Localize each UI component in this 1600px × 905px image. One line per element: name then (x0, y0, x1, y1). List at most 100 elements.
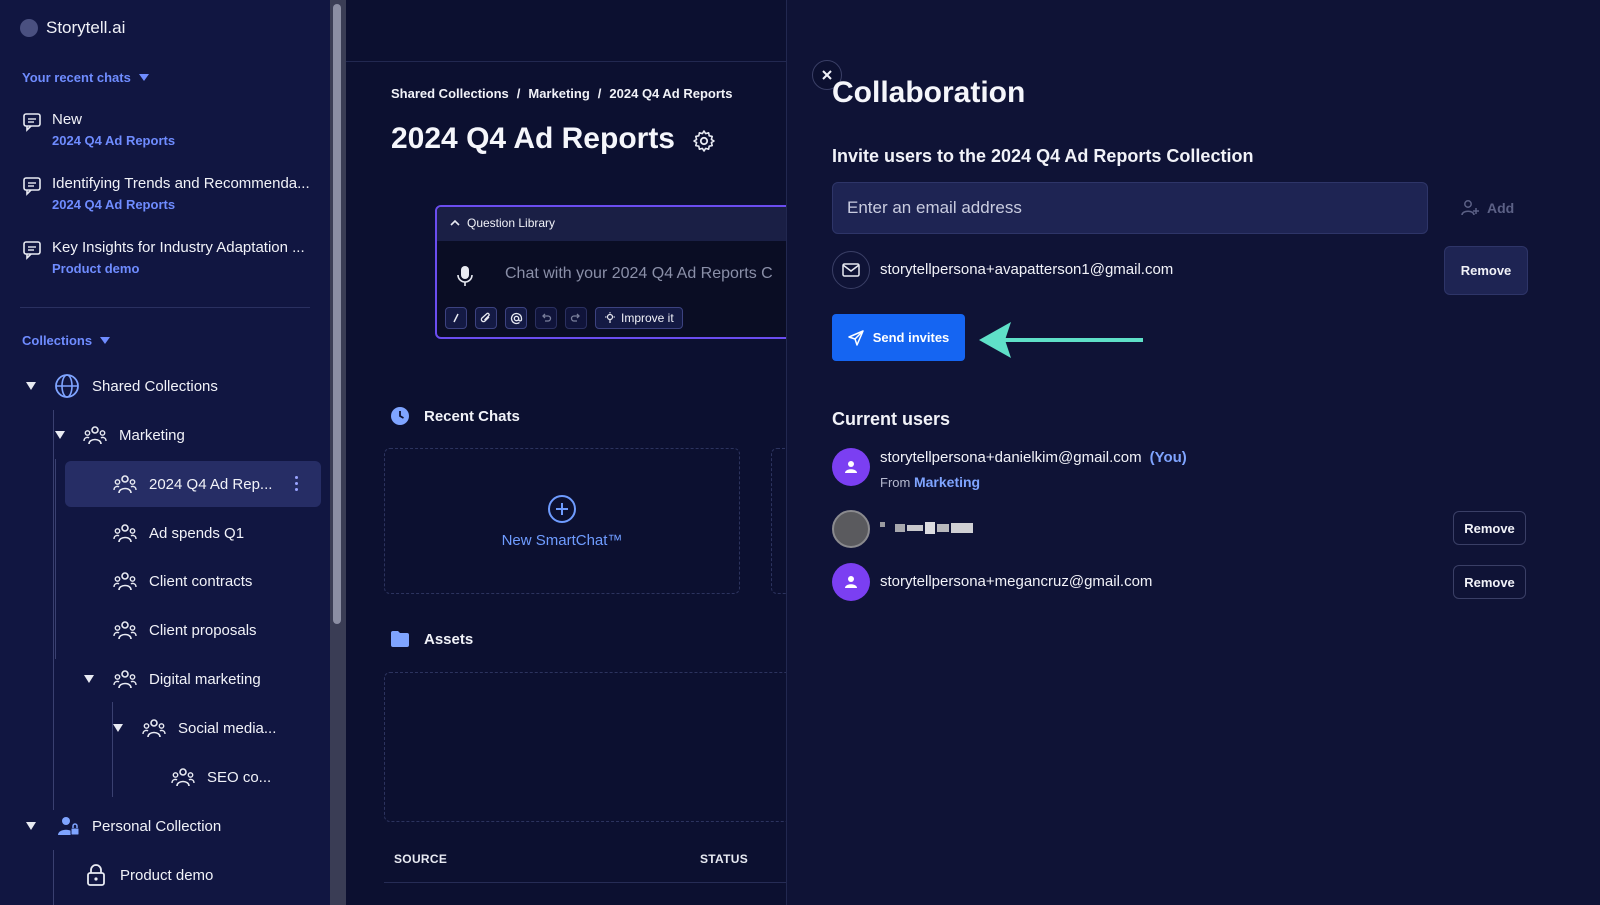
pending-invite-email: storytellpersona+avapatterson1@gmail.com (880, 261, 1174, 278)
tree-item-client-proposals[interactable]: Client proposals (113, 610, 257, 650)
tree-item-label: 2024 Q4 Ad Rep... (149, 475, 273, 493)
user-source: From Marketing (880, 474, 980, 490)
tree-item-digital-marketing[interactable]: Digital marketing (84, 659, 261, 699)
tree-item-ad-spends-q1[interactable]: Ad spends Q1 (113, 513, 244, 553)
assets-dropzone[interactable] (384, 672, 786, 822)
arrow-left-annotation-icon (979, 322, 1143, 358)
breadcrumb-separator: / (597, 86, 602, 101)
pending-invite-row: storytellpersona+avapatterson1@gmail.com (832, 250, 1532, 290)
undo-button[interactable] (535, 307, 557, 329)
recent-chat-title: New (52, 111, 83, 128)
team-icon (113, 621, 137, 640)
user-email-row: storytellpersona+danielkim@gmail.com (You… (880, 449, 1187, 466)
assets-section-header: Assets (390, 630, 473, 648)
tree-item-social-media[interactable]: Social media... (113, 708, 276, 748)
at-sign-icon (510, 312, 522, 324)
tree-guide-line (53, 410, 54, 810)
user-icon (845, 576, 857, 588)
collections-toggle[interactable]: Collections (22, 333, 111, 348)
team-icon (113, 524, 137, 543)
improve-it-button[interactable]: Improve it (595, 307, 683, 329)
attach-button[interactable] (475, 307, 497, 329)
chat-icon (23, 177, 41, 196)
user-lock-icon (58, 817, 80, 836)
user-avatar (832, 563, 870, 601)
tree-item-label: Product demo (120, 866, 214, 884)
email-input[interactable] (832, 182, 1428, 234)
team-icon (171, 768, 195, 787)
caret-down-icon[interactable] (113, 724, 123, 732)
redo-icon (570, 313, 580, 322)
breadcrumb-item[interactable]: Shared Collections (391, 86, 509, 101)
breadcrumb-item[interactable]: Marketing (528, 86, 589, 101)
remove-user-button[interactable]: Remove (1453, 565, 1526, 599)
sidebar-divider (20, 307, 310, 308)
assets-heading: Assets (424, 630, 474, 648)
tree-item-client-contracts[interactable]: Client contracts (113, 561, 252, 601)
tree-item-seo[interactable]: SEO co... (171, 757, 271, 797)
tree-item-shared-collections[interactable]: Shared Collections (26, 366, 218, 406)
tree-item-label: Marketing (119, 426, 185, 444)
breadcrumb-item[interactable]: 2024 Q4 Ad Reports (609, 86, 732, 101)
recent-chats-toggle[interactable]: Your recent chats (22, 70, 149, 85)
gear-icon[interactable] (692, 129, 716, 153)
question-library-toggle[interactable]: Question Library (449, 216, 555, 230)
envelope-icon (842, 263, 860, 277)
slash-command-button[interactable] (445, 307, 467, 329)
question-library-label: Question Library (467, 216, 556, 230)
team-icon (113, 475, 137, 494)
tree-item-marketing[interactable]: Marketing (55, 415, 185, 455)
app-logo[interactable]: Storytell.ai (20, 18, 125, 38)
recent-chat-title: Key Insights for Industry Adaptation ... (52, 239, 305, 256)
header-divider (346, 61, 786, 62)
sidebar-scrollbar-thumb[interactable] (333, 4, 341, 624)
page-title: 2024 Q4 Ad Reports (391, 122, 675, 155)
from-group-link[interactable]: Marketing (914, 474, 980, 490)
collaboration-panel: Collaboration Invite users to the 2024 Q… (786, 0, 1600, 905)
tree-item-label: Social media... (178, 719, 277, 737)
remove-pending-invite-button[interactable]: Remove (1444, 246, 1528, 295)
send-icon (847, 329, 864, 346)
redo-button[interactable] (565, 307, 587, 329)
new-smartchat-card[interactable]: New SmartChat™ (384, 448, 740, 594)
tree-item-product-demo[interactable]: Product demo (86, 855, 213, 895)
recent-chat-collection: Product demo (52, 261, 140, 276)
recent-chat-title: Identifying Trends and Recommenda... (52, 175, 310, 192)
add-user-button[interactable]: Add (1461, 199, 1514, 217)
recent-chat-item[interactable]: Identifying Trends and Recommenda... 202… (22, 174, 322, 216)
caret-down-icon[interactable] (84, 675, 94, 683)
tree-item-2024-q4-ad-reports[interactable]: 2024 Q4 Ad Rep... (113, 464, 272, 504)
column-header-status[interactable]: STATUS (700, 852, 748, 866)
more-options-icon[interactable] (295, 476, 298, 491)
caret-down-icon[interactable] (26, 822, 36, 830)
redacted-user-email (880, 521, 973, 534)
mention-button[interactable] (505, 307, 527, 329)
table-header-divider (384, 882, 786, 883)
remove-user-button[interactable]: Remove (1453, 511, 1526, 545)
tree-item-personal-collection[interactable]: Personal Collection (26, 806, 221, 846)
main-content: Shared Collections / Marketing / 2024 Q4… (346, 0, 786, 905)
app-name: Storytell.ai (46, 18, 126, 37)
tree-item-label: Personal Collection (92, 817, 222, 835)
team-icon (83, 426, 107, 445)
caret-down-icon[interactable] (26, 382, 36, 390)
recent-chat-item[interactable]: Key Insights for Industry Adaptation ...… (22, 238, 322, 280)
breadcrumb-separator: / (516, 86, 521, 101)
recent-chat-card[interactable] (771, 448, 786, 594)
tree-item-label: Digital marketing (149, 670, 261, 688)
undo-icon (542, 313, 552, 322)
user-avatar-photo (832, 510, 870, 548)
composer-toolbar: Improve it (445, 307, 683, 329)
recent-chat-item[interactable]: New 2024 Q4 Ad Reports (22, 110, 322, 152)
tree-item-label: Client proposals (149, 621, 257, 639)
globe-icon (55, 374, 79, 398)
caret-down-icon[interactable] (55, 431, 65, 439)
tree-guide-line (55, 459, 56, 659)
send-invites-button[interactable]: Send invites (832, 314, 965, 361)
chat-input[interactable]: Chat with your 2024 Q4 Ad Reports C (505, 265, 773, 283)
breadcrumb: Shared Collections / Marketing / 2024 Q4… (391, 86, 732, 101)
user-email: storytellpersona+megancruz@gmail.com (880, 573, 1153, 590)
column-header-source[interactable]: SOURCE (394, 852, 447, 866)
caret-down-icon (138, 74, 149, 81)
microphone-icon[interactable] (457, 265, 473, 287)
